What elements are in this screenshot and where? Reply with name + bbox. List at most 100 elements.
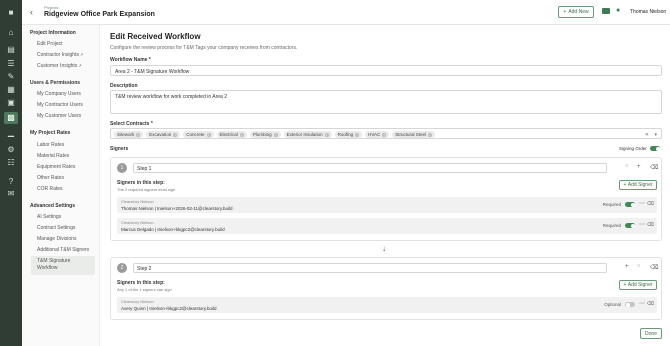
signer-company: Clearstory Nielson [121, 220, 154, 225]
signer-person: Thomas Nielson | tnielson+2026-02-11@cle… [121, 206, 233, 211]
signers-in-step-title: Signers in this step: [117, 180, 165, 186]
signers-in-step-desc: Any 1 of the 1 signers can sign [117, 287, 172, 292]
remove-chip-icon[interactable]: × [206, 132, 211, 137]
breadcrumb[interactable]: Projects [44, 5, 58, 10]
add-new-button[interactable]: + Add New [558, 6, 594, 18]
remove-chip-icon[interactable]: × [428, 132, 433, 137]
contract-chips: Sitework × Excavation × Concrete × Electrical ×… [114, 131, 438, 138]
contract-chip: Concrete × [183, 131, 214, 138]
page-title: Edit Received Workflow [110, 32, 201, 41]
remove-chip-icon[interactable]: × [173, 132, 178, 137]
remove-chip-icon[interactable]: × [239, 132, 244, 137]
sidebar-item-my-company-users[interactable]: My Company Users [37, 91, 81, 97]
sidebar-item-cor-rates[interactable]: COR Rates [37, 186, 63, 192]
bell-icon[interactable]: ● [616, 7, 620, 14]
document-icon[interactable]: ▤ [6, 45, 16, 55]
required-toggle[interactable] [625, 202, 635, 207]
pencil-icon[interactable]: ✎ [6, 72, 16, 82]
chat-icon[interactable]: ✉ [6, 189, 16, 199]
signer-row: Clearstory Nielson Marcus Delgado | tnie… [117, 218, 657, 234]
project-title: Ridgeview Office Park Expansion [44, 11, 155, 18]
sidebar-item-manage-divisions[interactable]: Manage Divisions [37, 236, 76, 242]
main-content: Edit Received Workflow Configure the rev… [100, 25, 670, 346]
help-icon[interactable]: ? [6, 177, 16, 187]
signer-requirement: Required [602, 202, 621, 207]
grid-icon[interactable]: ☷ [6, 158, 16, 168]
add-signer-button[interactable]: + Add Signer [619, 280, 657, 290]
sidebar-item-ai-settings[interactable]: AI Settings [37, 214, 61, 220]
sidebar-item-equipment-rates[interactable]: Equipment Rates [37, 164, 75, 170]
contract-chip: Electrical × [216, 131, 247, 138]
workflow-name-input[interactable]: Area 2 - T&M Signature Workflow [110, 65, 662, 76]
page-subtitle: Configure the review process for T&M Tag… [110, 45, 298, 51]
trash-icon[interactable]: ⌫ [650, 264, 658, 271]
add-step-icon[interactable]: + [637, 164, 641, 170]
chart-icon[interactable]: ▁ [6, 128, 16, 138]
contract-chip-label: Excavation [149, 132, 172, 137]
trash-icon[interactable]: ⌫ [647, 222, 654, 228]
more-icon[interactable]: ⋯ [639, 300, 645, 307]
contracts-select[interactable]: Sitework × Excavation × Concrete × Electrical ×… [110, 128, 662, 139]
more-icon[interactable]: ⋯ [639, 221, 645, 228]
gear-icon[interactable]: ⚙ [6, 145, 16, 155]
sidebar-item-material-rates[interactable]: Material Rates [37, 153, 69, 159]
section-project-information: Project Information [30, 30, 76, 36]
signer-company: Clearstory Nielson [121, 299, 154, 304]
sidebar-item-contractor-insights[interactable]: Contractor Insights↗ [37, 52, 83, 58]
sidebar-item-tm-signature-workflow[interactable]: T&M Signature Workflow [31, 256, 95, 275]
contract-chip-label: HVAC [368, 132, 381, 137]
chevron-down-icon[interactable]: ˅ [637, 264, 641, 270]
sidebar-item-label: T&M Signature [37, 258, 71, 264]
remove-chip-icon[interactable]: × [136, 132, 141, 137]
back-arrow-icon[interactable]: ‹ [30, 7, 33, 17]
step-name-input[interactable]: Step 2 [133, 263, 607, 273]
trash-icon[interactable]: ⌫ [647, 201, 654, 207]
signer-person: Avery Quinn | tnielson+bkgpc2@clearstory… [121, 306, 217, 311]
more-icon[interactable]: ⋯ [639, 200, 645, 207]
required-toggle[interactable] [625, 223, 635, 228]
sidebar-item-label: Workflow [37, 265, 58, 271]
sidebar-item-my-customer-users[interactable]: My Customer Users [37, 113, 81, 119]
trash-icon[interactable]: ⌫ [647, 301, 654, 307]
sidebar-item-labor-rates[interactable]: Labor Rates [37, 142, 64, 148]
add-step-icon[interactable]: + [625, 264, 629, 270]
calculator-icon[interactable]: ▦ [6, 85, 16, 95]
done-button[interactable]: Done [640, 328, 662, 339]
sidebar-item-label: Customer Insights [37, 63, 78, 69]
clear-icon[interactable]: ✕ [645, 132, 649, 138]
sidebar-item-my-contractor-users[interactable]: My Contractor Users [37, 102, 83, 108]
sidebar-item-customer-insights[interactable]: Customer Insights↗ [37, 63, 82, 69]
remove-chip-icon[interactable]: × [324, 132, 329, 137]
sidebar-item-additional-tm-signers[interactable]: Additional T&M Signers [37, 247, 89, 253]
required-toggle[interactable] [625, 302, 635, 307]
signers-in-step-title: Signers in this step: [117, 280, 165, 286]
sidebar-item-other-rates[interactable]: Other Rates [37, 175, 64, 181]
step-number: 1 [117, 163, 127, 173]
contract-chip: Structural Steel × [392, 131, 436, 138]
add-signer-button[interactable]: + Add Signer [619, 180, 657, 190]
section-my-project-rates: My Project Rates [30, 130, 71, 136]
section-users-permissions: Users & Permissions [30, 80, 81, 86]
remove-chip-icon[interactable]: × [355, 132, 360, 137]
step-name-input[interactable]: Step 1 [133, 163, 607, 173]
box-icon[interactable]: ▣ [6, 98, 16, 108]
briefcase-icon[interactable]: ▩ [4, 112, 18, 124]
trash-icon[interactable]: ⌫ [650, 164, 658, 171]
remove-chip-icon[interactable]: × [273, 132, 278, 137]
user-menu[interactable]: Thomas Nielson [630, 9, 666, 15]
description-textarea[interactable]: T&M review workflow for work completed i… [110, 90, 662, 114]
sidebar-item-contract-settings[interactable]: Contract Settings [37, 225, 75, 231]
chevron-down-icon[interactable]: ▾ [654, 132, 657, 138]
mail-icon[interactable] [602, 8, 610, 14]
external-link-icon: ↗ [78, 63, 82, 68]
remove-chip-icon[interactable]: × [382, 132, 387, 137]
list-icon[interactable]: ☰ [6, 59, 16, 69]
sidebar-item-edit-project[interactable]: Edit Project [37, 41, 63, 47]
home-icon[interactable]: ⌂ [6, 28, 16, 38]
signer-person: Marcus Delgado | tnielson+bkgpc2@clearst… [121, 227, 225, 232]
signing-order-toggle[interactable] [650, 146, 660, 151]
contract-chip-label: Roofing [337, 132, 354, 137]
top-bar: ‹ Projects Ridgeview Office Park Expansi… [22, 0, 670, 25]
chevron-up-icon[interactable]: ˄ [625, 164, 629, 170]
building-icon[interactable]: ■ [6, 8, 16, 18]
